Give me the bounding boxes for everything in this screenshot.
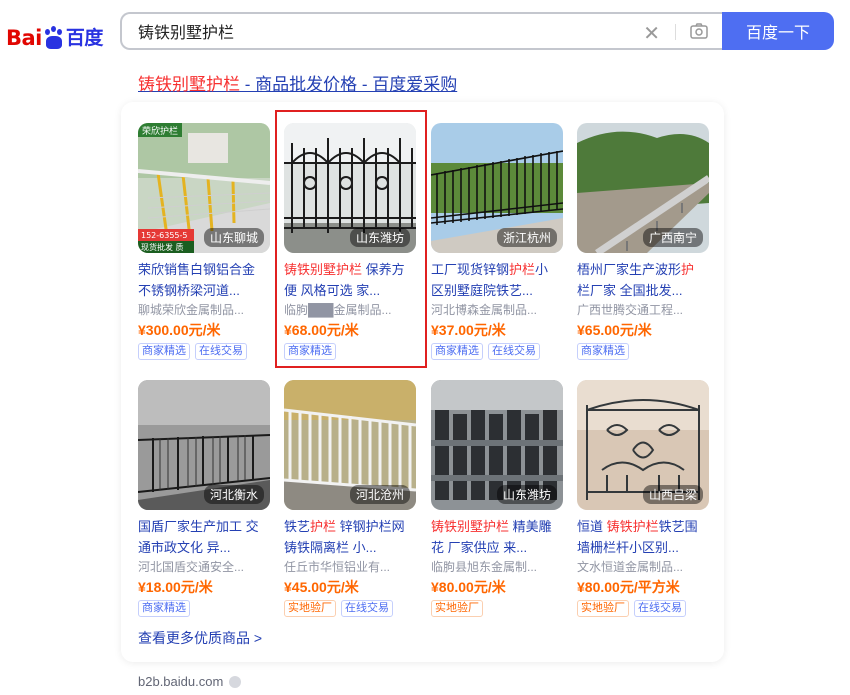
product-title-keyword: 护 [681,262,695,277]
search-button[interactable]: 百度一下 [722,12,834,50]
product-title-part: 梧州厂家生产波形 [577,262,682,277]
banner-label: 荣欣护栏 [142,125,178,137]
product-image[interactable]: 浙江杭州 [431,123,563,253]
highlight-box [275,110,427,368]
product-title-part: 小 [535,262,549,277]
result-title-link[interactable]: 铸铁别墅护栏 - 商品批发价格 - 百度爱采购 [138,70,457,95]
product-title-part: 锌钢护栏网 [336,519,405,534]
product-title-part: 铁艺围 [658,519,698,534]
product-image[interactable]: 荣欣护栏 152-6355-5 现货批发 质 山东聊城 [138,123,270,253]
phone-label: 152-6355-5 [141,231,188,240]
product-item[interactable]: 荣欣护栏 152-6355-5 现货批发 质 山东聊城 荣欣销售白钢铝合金 不锈钢… [138,123,270,360]
product-title-part: 墙栅栏杆小区别... [577,540,679,555]
product-item[interactable]: 山东潍坊 铸铁别墅护栏 精美雕花 厂家供应 来... 临朐县旭东金属制... ¥… [431,380,563,617]
product-title-part: 通市政文化 异... [138,540,231,555]
tag-selected: 商家精选 [138,600,190,617]
location-badge: 浙江杭州 [496,228,557,247]
product-title-keyword: 铸铁护栏 [606,519,659,534]
tag-selected: 商家精选 [431,343,483,360]
product-title-part: 精美雕 [509,519,552,534]
location-badge: 山东聊城 [203,228,264,247]
tag-online-trade: 在线交易 [488,343,540,360]
product-price: ¥80.00元/平方米 [577,579,680,595]
baidu-logo[interactable]: Bai 百度 [6,14,103,50]
product-title[interactable]: 国盾厂家生产加工 交通市政文化 异... [138,516,270,558]
product-price: ¥80.00元/米 [431,579,506,595]
more-products-link[interactable]: 查看更多优质商品 > [138,628,262,648]
clear-icon[interactable]: ✕ [643,21,660,45]
product-image[interactable]: 山东潍坊 [431,380,563,510]
product-price: ¥18.00元/米 [138,579,213,595]
product-title-part: 栏厂家 全国批发... [577,283,683,298]
search-box: ✕ [120,12,722,50]
shop-name[interactable]: 聊城荣欣金属制品... [138,301,270,319]
promo-label: 现货批发 质 [141,242,184,252]
product-item[interactable]: 浙江杭州 工厂现货锌钢护栏小 区别墅庭院铁艺... 河北博森金属制品... ¥37… [431,123,563,360]
result-title-rest: - 商品批发价格 - 百度爱采购 [240,75,458,94]
shop-name[interactable]: 河北博森金属制品... [431,301,563,319]
location-badge: 河北沧州 [349,485,410,504]
product-item[interactable]: 河北衡水 国盾厂家生产加工 交通市政文化 异... 河北国盾交通安全... ¥1… [138,380,270,617]
product-title-part: 不锈钢桥梁河道... [138,283,240,298]
product-title-part: 铁艺 [284,519,311,534]
product-title[interactable]: 铁艺护栏 锌钢护栏网铸铁隔离栏 小... [284,516,416,558]
shop-name[interactable]: 任丘市华恒铝业有... [284,558,416,576]
product-title-part: 恒道 [577,519,607,534]
product-title-part: 花 厂家供应 来... [431,540,528,555]
tag-online-trade: 在线交易 [634,600,686,617]
divider [675,24,676,40]
product-title[interactable]: 梧州厂家生产波形护栏厂家 全国批发... [577,259,709,301]
tag-online-trade: 在线交易 [195,343,247,360]
search-input[interactable] [136,21,620,41]
product-price: ¥37.00元/米 [431,322,506,338]
product-title-keyword: 铸铁别墅护栏 [431,519,510,534]
tag-online-trade: 在线交易 [341,600,393,617]
location-badge: 山东潍坊 [496,485,557,504]
paw-icon [43,26,65,50]
shop-name[interactable]: 广西世腾交通工程... [577,301,709,319]
product-title[interactable]: 荣欣销售白钢铝合金 不锈钢桥梁河道... [138,259,270,301]
product-title-keyword: 护栏 [310,519,337,534]
logo-text-bai: Bai [6,26,42,50]
result-source: b2b.baidu.com [138,674,242,689]
tag-factory-verified: 实地验厂 [577,600,629,617]
shop-name[interactable]: 河北国盾交通安全... [138,558,270,576]
info-icon[interactable] [229,675,242,688]
product-item[interactable]: 广西南宁 梧州厂家生产波形护栏厂家 全国批发... 广西世腾交通工程... ¥6… [577,123,709,360]
tag-factory-verified: 实地验厂 [284,600,336,617]
product-image[interactable]: 广西南宁 [577,123,709,253]
location-badge: 山西吕梁 [642,485,703,504]
product-image[interactable]: 山西吕梁 [577,380,709,510]
product-price: ¥65.00元/米 [577,322,652,338]
product-title-part: 区别墅庭院铁艺... [431,283,533,298]
location-badge: 河北衡水 [203,485,264,504]
product-title[interactable]: 工厂现货锌钢护栏小 区别墅庭院铁艺... [431,259,563,301]
source-url[interactable]: b2b.baidu.com [138,674,223,689]
result-title-keyword: 铸铁别墅护栏 [138,75,240,94]
product-price: ¥45.00元/米 [284,579,359,595]
camera-icon[interactable] [690,23,708,39]
product-title-part: 工厂现货锌钢 [431,262,510,277]
tag-selected: 商家精选 [577,343,629,360]
product-title[interactable]: 恒道 铸铁护栏铁艺围墙栅栏杆小区别... [577,516,709,558]
product-title-part: 铸铁隔离栏 小... [284,540,377,555]
product-image[interactable]: 河北衡水 [138,380,270,510]
product-title-keyword: 护栏 [509,262,536,277]
product-title-part: 国盾厂家生产加工 交 [138,519,259,534]
product-item[interactable]: 山西吕梁 恒道 铸铁护栏铁艺围墙栅栏杆小区别... 文水恒道金属制品... ¥8… [577,380,709,617]
tag-selected: 商家精选 [138,343,190,360]
shop-name[interactable]: 临朐县旭东金属制... [431,558,563,576]
location-badge: 广西南宁 [642,228,703,247]
product-title-part: 荣欣销售白钢铝合金 [138,262,256,277]
product-price: ¥300.00元/米 [138,322,221,338]
product-item[interactable]: 河北沧州 铁艺护栏 锌钢护栏网铸铁隔离栏 小... 任丘市华恒铝业有... ¥4… [284,380,416,617]
product-image[interactable]: 河北沧州 [284,380,416,510]
tag-factory-verified: 实地验厂 [431,600,483,617]
shop-name[interactable]: 文水恒道金属制品... [577,558,709,576]
logo-text-baidu: 百度 [65,27,104,49]
product-title[interactable]: 铸铁别墅护栏 精美雕花 厂家供应 来... [431,516,563,558]
